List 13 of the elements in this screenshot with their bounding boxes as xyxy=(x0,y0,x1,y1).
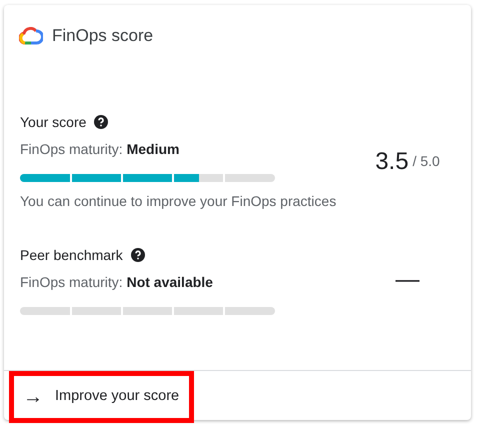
score-value: 3.5 xyxy=(375,146,409,176)
score-value: — xyxy=(396,264,420,294)
improve-score-link[interactable]: → Improve your score xyxy=(9,370,194,422)
card-title: FinOps score xyxy=(52,25,154,47)
help-icon[interactable] xyxy=(94,115,108,129)
hint-text: You can continue to improve your FinOps practices xyxy=(20,192,338,211)
score-max: / 5.0 xyxy=(412,152,440,171)
section-label: Your score xyxy=(20,112,86,132)
maturity-text: FinOps maturity: Not available xyxy=(20,272,214,292)
section-label: Peer benchmark xyxy=(20,246,123,264)
cloud-logo-icon xyxy=(19,26,43,45)
help-icon[interactable] xyxy=(130,248,145,262)
maturity-text: FinOps maturity: Medium xyxy=(20,140,180,159)
